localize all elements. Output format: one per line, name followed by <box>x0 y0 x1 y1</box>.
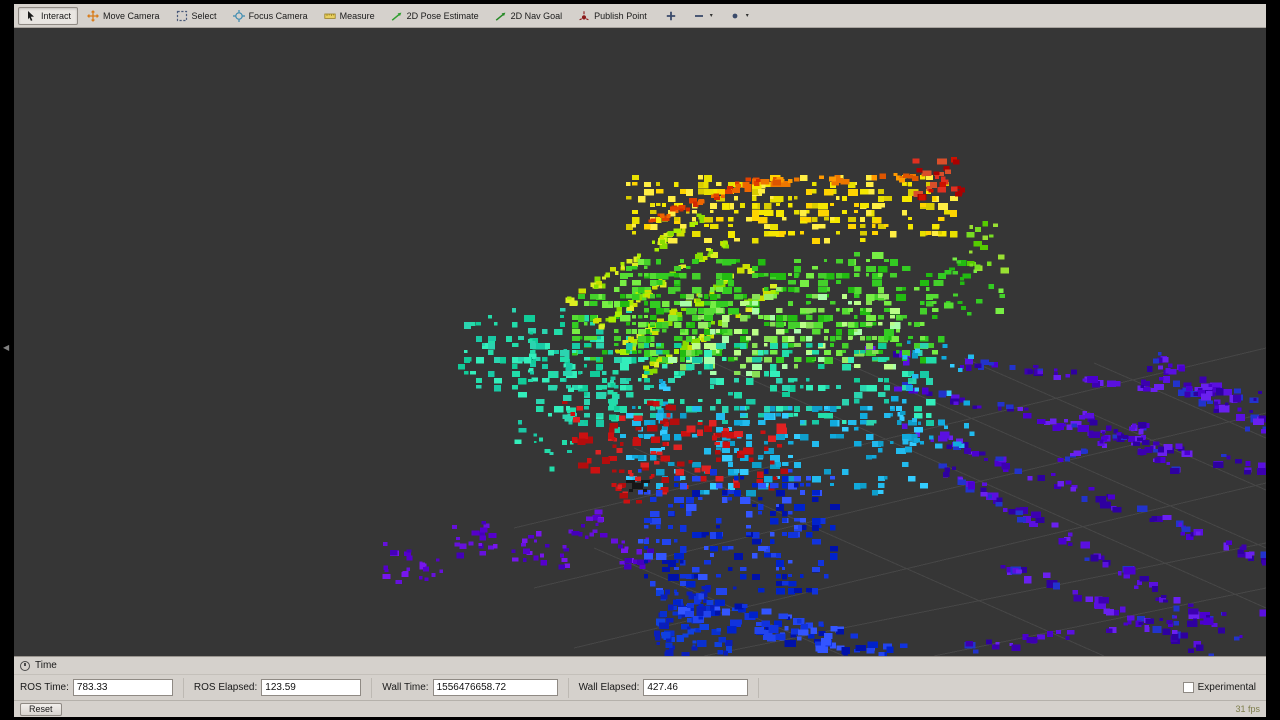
voxel-cluster-green-light <box>668 287 901 378</box>
field-input[interactable] <box>643 679 749 696</box>
field-input[interactable] <box>72 679 173 696</box>
tool-2d-nav-goal[interactable]: 2D Nav Goal <box>488 7 570 25</box>
chevron-down-icon: ▾ <box>745 13 749 19</box>
select-box-icon <box>176 10 187 21</box>
measure-icon <box>323 13 336 19</box>
tool-label: Focus Camera <box>248 10 308 21</box>
voxel-cluster-green-tuft <box>966 220 1010 274</box>
clock-icon <box>20 660 30 671</box>
field-label: Wall Time: <box>382 682 429 693</box>
time-panel-header[interactable]: Time <box>14 657 1266 675</box>
voxel-cluster-rail-6 <box>1147 352 1266 434</box>
plus-icon <box>666 11 675 20</box>
field-label: Wall Elapsed: <box>578 682 640 693</box>
field-input[interactable] <box>261 679 362 696</box>
tool-label: Interact <box>41 10 72 21</box>
voxel-cluster-right-green-dash <box>933 257 1005 316</box>
tool-interact[interactable]: Interact <box>18 6 79 25</box>
left-collapse-arrow[interactable]: ◀ <box>3 344 9 352</box>
tool-label: Move Camera <box>103 10 160 21</box>
voxel-cluster-debris-1 <box>382 542 443 585</box>
time-field-ros-time: ROS Time: <box>20 677 184 698</box>
time-field-ros-elapsed: ROS Elapsed: <box>184 677 373 698</box>
tool-label: Select <box>191 10 217 21</box>
pose-arrow-icon <box>391 12 402 21</box>
tool-focus-camera[interactable]: Focus Camera <box>226 7 315 25</box>
viewport-3d[interactable] <box>14 28 1266 656</box>
field-label: ROS Elapsed: <box>193 682 258 693</box>
tool-move-camera[interactable]: Move Camera <box>80 7 167 25</box>
voxel-cluster-rail-x2 <box>1078 411 1181 474</box>
minus-icon <box>694 14 703 17</box>
tool-measure[interactable]: Measure <box>317 7 382 25</box>
tool-label: 2D Nav Goal <box>510 10 563 21</box>
statusbar: Reset 31 fps <box>14 700 1266 717</box>
toolbar-tools: Interact Move Camera Select Focus Camera Mea… <box>18 6 754 25</box>
tool-publish-point[interactable]: Publish Point <box>571 7 654 25</box>
voxel-cluster-debris-2 <box>451 521 498 559</box>
experimental-group: Experimental <box>1182 682 1260 693</box>
add-tool-button[interactable] <box>660 7 682 25</box>
tool-2d-pose-estimate[interactable]: 2D Pose Estimate <box>384 7 486 25</box>
reset-button[interactable]: Reset <box>20 702 62 716</box>
interact-cursor-icon <box>28 10 34 21</box>
time-field-wall-time: Wall Time: <box>372 677 569 698</box>
fps-counter: 31 fps <box>1235 704 1260 714</box>
time-panel: Time ROS Time: ROS Elapsed: Wall Time: Wall… <box>14 656 1266 700</box>
time-fields: ROS Time: ROS Elapsed: Wall Time: Wall Elap… <box>20 675 760 700</box>
field-label: ROS Time: <box>20 682 69 693</box>
window-content: Interact Move Camera Select Focus Camera Mea… <box>14 4 1266 717</box>
focus-camera-icon <box>232 9 245 22</box>
rviz-window: ◀ Interact Move Camera Select Focus Camera M… <box>0 0 1280 720</box>
tool-label: Publish Point <box>594 10 647 21</box>
time-field-wall-elapsed: Wall Elapsed: <box>569 677 760 698</box>
experimental-checkbox[interactable] <box>1182 682 1194 693</box>
pointcloud-scene <box>14 28 1266 656</box>
remove-tool-button[interactable]: ▾ <box>688 7 718 25</box>
nav-arrow-icon <box>495 12 506 21</box>
tool-select[interactable]: Select <box>169 7 224 25</box>
toolbar: Interact Move Camera Select Focus Camera Mea… <box>14 4 1266 28</box>
voxel-cluster-debris-3 <box>511 530 570 570</box>
move-camera-icon <box>87 9 99 22</box>
voxel-cluster-stray-teal <box>514 421 574 472</box>
dot-icon <box>732 13 738 18</box>
voxel-cluster-rail-5 <box>1000 564 1215 656</box>
tool-label: 2D Pose Estimate <box>406 10 479 21</box>
tool-options-button[interactable]: ▾ <box>724 7 754 25</box>
voxel-cluster-blue-low <box>638 469 841 595</box>
experimental-label: Experimental <box>1197 682 1256 693</box>
field-input[interactable] <box>432 679 558 696</box>
publish-point-icon <box>579 10 589 20</box>
ground-grid-line <box>703 542 1266 656</box>
tool-label: Measure <box>339 10 375 21</box>
ground-grid-line <box>573 482 1266 649</box>
time-panel-fields: ROS Time: ROS Elapsed: Wall Time: Wall Elap… <box>14 675 1266 700</box>
time-panel-title: Time <box>35 660 57 671</box>
chevron-down-icon: ▾ <box>709 13 713 19</box>
